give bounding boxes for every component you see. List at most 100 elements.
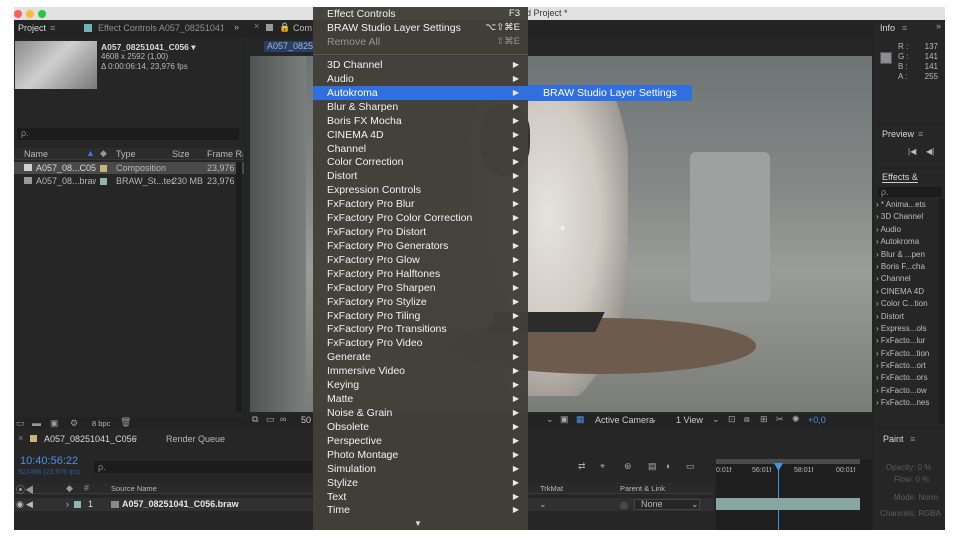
trash-icon[interactable]: 🗑 bbox=[120, 417, 131, 428]
menu-item-text[interactable]: Text ▶ bbox=[313, 490, 528, 504]
zoom-window-button[interactable] bbox=[38, 10, 46, 18]
close-tab-icon[interactable]: × bbox=[18, 433, 23, 443]
menu-item-distort[interactable]: Distort ▶ bbox=[313, 169, 528, 183]
project-tab[interactable]: Project bbox=[18, 23, 46, 33]
column-size[interactable]: Size bbox=[172, 149, 190, 159]
menu-item-keying[interactable]: Keying ▶ bbox=[313, 378, 528, 392]
effects-scrollbar[interactable] bbox=[939, 199, 944, 424]
expand-arrow-icon[interactable]: › bbox=[66, 499, 69, 509]
shy-icon[interactable]: ⌖ bbox=[600, 461, 605, 472]
menu-item-fxfactory-pro-blur[interactable]: FxFactory Pro Blur ▶ bbox=[313, 197, 528, 211]
visibility-icon[interactable]: ◉ bbox=[16, 499, 24, 510]
effect-category[interactable]: › FxFacto...lur bbox=[876, 335, 938, 347]
effect-category[interactable]: › CINEMA 4D bbox=[876, 286, 938, 298]
effect-category[interactable]: › Blur & ...pen bbox=[876, 249, 938, 261]
scroll-down-arrow-icon[interactable]: ▼ bbox=[414, 519, 422, 528]
panel-menu-icon[interactable]: ≡ bbox=[50, 23, 55, 33]
new-folder-icon[interactable]: ▬ bbox=[32, 418, 41, 428]
menu-item-fxfactory-pro-glow[interactable]: FxFactory Pro Glow ▶ bbox=[313, 253, 528, 267]
menu-item-fxfactory-pro-video[interactable]: FxFactory Pro Video ▶ bbox=[313, 336, 528, 350]
column-name[interactable]: Name bbox=[24, 149, 48, 159]
menu-item-fxfactory-pro-tiling[interactable]: FxFactory Pro Tiling ▶ bbox=[313, 309, 528, 323]
panel-menu-icon[interactable]: ≡ bbox=[910, 434, 915, 444]
layer-label-swatch[interactable] bbox=[74, 501, 81, 508]
menu-item-blur-sharpen[interactable]: Blur & Sharpen ▶ bbox=[313, 100, 528, 114]
panel-menu-icon[interactable]: ≡ bbox=[918, 129, 923, 139]
chevron-down-icon[interactable]: ⌄ bbox=[650, 414, 658, 425]
timeline-search-input[interactable]: ρ. bbox=[94, 461, 312, 473]
effect-category[interactable]: › Color C...tion bbox=[876, 298, 938, 310]
layer-name[interactable]: A057_08251041_C056.braw bbox=[122, 499, 239, 509]
menu-item-matte[interactable]: Matte ▶ bbox=[313, 392, 528, 406]
chevron-down-icon[interactable]: ⌄ bbox=[546, 414, 554, 425]
menu-item-photo-montage[interactable]: Photo Montage ▶ bbox=[313, 448, 528, 462]
anchor-crosshair-icon[interactable]: ✦ bbox=[558, 222, 567, 235]
glasses-icon[interactable]: ∞ bbox=[280, 414, 286, 424]
effect-category[interactable]: › Express...ols bbox=[876, 323, 938, 335]
work-area-bar[interactable] bbox=[716, 459, 860, 464]
layer-duration-bar[interactable] bbox=[716, 498, 860, 510]
always-preview-icon[interactable]: ⧉ bbox=[252, 414, 258, 425]
pick-whip-icon[interactable]: ◎ bbox=[620, 500, 628, 511]
menu-item-fxfactory-pro-stylize[interactable]: FxFactory Pro Stylize ▶ bbox=[313, 295, 528, 309]
menu-item-obsolete[interactable]: Obsolete ▶ bbox=[313, 420, 528, 434]
menu-item-expression-controls[interactable]: Expression Controls ▶ bbox=[313, 183, 528, 197]
draft-3d-icon[interactable]: ⇄ bbox=[578, 461, 586, 472]
project-row-composition[interactable]: A057_08...C056 Composition 23,976 bbox=[14, 162, 244, 174]
preview-tab[interactable]: Preview bbox=[882, 129, 914, 139]
zoom-dropdown[interactable]: 50 bbox=[301, 415, 311, 425]
menu-item-3d-channel[interactable]: 3D Channel ▶ bbox=[313, 58, 528, 72]
effects-tab[interactable]: Effects & bbox=[882, 172, 918, 183]
effect-category[interactable]: › FxFacto...ort bbox=[876, 360, 938, 372]
effect-category[interactable]: › FxFacto...nes bbox=[876, 397, 938, 409]
view-layout-dropdown[interactable]: 1 View bbox=[676, 415, 703, 425]
effect-category[interactable]: › 3D Channel bbox=[876, 211, 938, 223]
column-frame-rate[interactable]: Frame Ra... bbox=[207, 149, 243, 159]
effect-category[interactable]: › Distort bbox=[876, 311, 938, 323]
menu-item-generate[interactable]: Generate ▶ bbox=[313, 350, 528, 364]
menu-item-fxfactory-pro-transitions[interactable]: FxFactory Pro Transitions ▶ bbox=[313, 322, 528, 336]
menu-item-audio[interactable]: Audio ▶ bbox=[313, 72, 528, 86]
effect-category[interactable]: › Channel bbox=[876, 273, 938, 285]
trkmat-dropdown[interactable]: ⌄ bbox=[539, 499, 547, 510]
menu-item-stylize[interactable]: Stylize ▶ bbox=[313, 476, 528, 490]
region-icon[interactable]: ▣ bbox=[560, 414, 569, 425]
effect-category[interactable]: › FxFacto...tion bbox=[876, 348, 938, 360]
menu-item-fxfactory-pro-halftones[interactable]: FxFactory Pro Halftones ▶ bbox=[313, 267, 528, 281]
effect-controls-tab[interactable]: Effect Controls A057_08251041_ bbox=[98, 23, 223, 33]
timeline-comp-tab[interactable]: A057_08251041_C056 bbox=[44, 434, 137, 444]
effects-search-input[interactable]: ρ. bbox=[878, 187, 942, 197]
effect-category[interactable]: › Audio bbox=[876, 224, 938, 236]
new-composition-icon[interactable]: ▣ bbox=[50, 418, 59, 429]
fast-previews-icon[interactable]: ⧇ bbox=[744, 414, 750, 425]
exposure-icon[interactable]: ✺ bbox=[792, 414, 800, 425]
menu-item-fxfactory-pro-distort[interactable]: FxFactory Pro Distort ▶ bbox=[313, 225, 528, 239]
previous-frame-icon[interactable]: ◀| bbox=[926, 147, 934, 156]
current-time-display[interactable]: 10:40:56:22 bbox=[20, 455, 78, 467]
panel-menu-icon[interactable]: ≡ bbox=[902, 23, 907, 33]
panel-menu-icon[interactable]: ≡ bbox=[132, 433, 137, 443]
timeline-track-area[interactable]: 0:01f 56:01f 58:01f 00:01f bbox=[716, 459, 872, 530]
monitor-icon[interactable]: ▭ bbox=[266, 414, 275, 425]
toggle-pixel-aspect-icon[interactable]: ⊡ bbox=[728, 414, 736, 425]
info-tab[interactable]: Info bbox=[880, 23, 895, 33]
source-name-column[interactable]: Source Name bbox=[111, 484, 157, 493]
menu-item-color-correction[interactable]: Color Correction ▶ bbox=[313, 155, 528, 169]
menu-item-fxfactory-pro-sharpen[interactable]: FxFactory Pro Sharpen ▶ bbox=[313, 281, 528, 295]
project-scrollbar[interactable] bbox=[236, 162, 242, 412]
menu-item-time[interactable]: Time ▶ bbox=[313, 503, 528, 517]
playhead-handle[interactable] bbox=[774, 463, 783, 471]
panel-overflow-icon[interactable]: » bbox=[936, 21, 941, 31]
submenu-item-braw-studio-layer-settings[interactable]: BRAW Studio Layer Settings bbox=[528, 85, 692, 101]
project-search-input[interactable]: ρ. bbox=[17, 128, 239, 140]
menu-item-cinema-4d[interactable]: CINEMA 4D ▶ bbox=[313, 128, 528, 142]
minimize-window-button[interactable] bbox=[26, 10, 34, 18]
menu-item-noise-grain[interactable]: Noise & Grain ▶ bbox=[313, 406, 528, 420]
transparency-grid-icon[interactable]: ▦ bbox=[576, 414, 585, 425]
comp-tab[interactable]: Com bbox=[293, 23, 312, 33]
menu-item-fxfactory-pro-generators[interactable]: FxFactory Pro Generators ▶ bbox=[313, 239, 528, 253]
parent-dropdown[interactable]: None ⌄ bbox=[634, 499, 700, 510]
frame-blending-icon[interactable]: ⊛ bbox=[624, 461, 632, 472]
menu-item-perspective[interactable]: Perspective ▶ bbox=[313, 434, 528, 448]
menu-item-autokroma[interactable]: Autokroma ▶ bbox=[313, 85, 528, 100]
